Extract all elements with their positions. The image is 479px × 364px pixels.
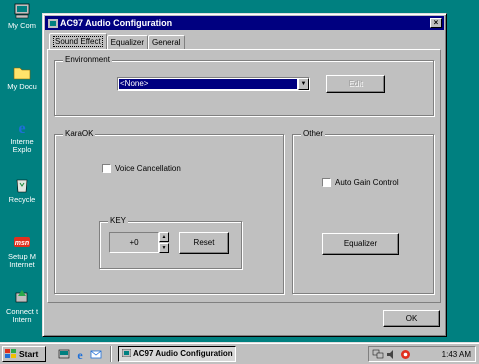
tab-label: Equalizer: [110, 38, 145, 47]
desktop-icon-label: Setup M Internet: [8, 253, 36, 269]
connect-internet-icon: [15, 290, 28, 303]
environment-legend: Environment: [63, 55, 112, 65]
internet-explorer-icon: e: [18, 120, 25, 137]
window-title: AC97 Audio Configuration: [60, 18, 173, 28]
app-icon: [121, 348, 132, 358]
desktop-icon-recycle-bin[interactable]: Recycle: [0, 177, 44, 204]
system-tray: 1:43 AM: [368, 346, 476, 362]
my-computer-icon: [14, 3, 30, 19]
tab-label: Sound Effect: [53, 36, 103, 47]
key-legend: KEY: [108, 216, 129, 226]
desktop-icon-label: Interne Explo: [10, 138, 34, 154]
tab-label: General: [152, 38, 181, 47]
taskbar: Start e AC97 Audio Configuration 1:43 AM: [0, 342, 479, 364]
equalizer-button[interactable]: Equalizer: [322, 233, 399, 255]
voice-cancellation-checkbox[interactable]: Voice Cancellation: [102, 164, 181, 173]
karaok-legend: KaraOK: [63, 129, 96, 139]
tab-strip: Sound Effect Equalizer General: [49, 33, 185, 49]
environment-select[interactable]: <None> ▼: [117, 77, 310, 91]
taskbar-separator: [110, 346, 112, 362]
clock[interactable]: 1:43 AM: [442, 349, 471, 360]
taskbar-task-ac97[interactable]: AC97 Audio Configuration: [118, 346, 236, 362]
windows-logo-icon: [5, 349, 16, 358]
ok-button[interactable]: OK: [383, 310, 440, 327]
tab-sound-effect[interactable]: Sound Effect: [49, 33, 107, 49]
key-group: KEY +0 ▲ ▼ Reset: [99, 216, 242, 269]
svg-text:e: e: [18, 120, 25, 135]
start-button[interactable]: Start: [2, 346, 46, 362]
environment-selected-value: <None>: [119, 79, 297, 89]
speaker-icon[interactable]: [386, 349, 397, 360]
spin-down-icon[interactable]: ▼: [159, 243, 169, 253]
checkbox-box[interactable]: [322, 178, 331, 187]
sound-effect-panel: Environment <None> ▼ Edit KaraOK Voice C…: [47, 49, 441, 303]
outlook-express-icon[interactable]: [90, 348, 102, 360]
other-group: Other Auto Gain Control Equalizer: [292, 129, 434, 294]
internet-explorer-icon[interactable]: e: [74, 348, 86, 360]
recycle-bin-icon: [16, 179, 28, 193]
show-desktop-icon[interactable]: [58, 348, 70, 360]
desktop-icon-connect-internet[interactable]: Connect t Intern: [0, 289, 44, 324]
svg-text:e: e: [77, 348, 83, 360]
tab-general[interactable]: General: [148, 35, 185, 49]
auto-gain-checkbox[interactable]: Auto Gain Control: [322, 178, 399, 187]
chevron-down-icon[interactable]: ▼: [298, 78, 309, 90]
msn-setup-icon: msn: [14, 237, 30, 247]
desktop-icon-label: My Com: [8, 22, 36, 30]
svg-text:msn: msn: [15, 240, 29, 247]
desktop-icon-my-documents[interactable]: My Docu: [0, 64, 44, 91]
key-value-field[interactable]: +0: [109, 232, 159, 253]
spin-up-icon[interactable]: ▲: [159, 232, 169, 242]
title-bar[interactable]: AC97 Audio Configuration ×: [45, 16, 444, 30]
folder-icon: [13, 67, 31, 80]
voice-cancellation-label: Voice Cancellation: [115, 164, 181, 173]
desktop-icon-internet-explorer[interactable]: e Interne Explo: [0, 119, 44, 154]
desktop-icon-setup-msn[interactable]: msn Setup M Internet: [0, 234, 44, 269]
checkbox-box[interactable]: [102, 164, 111, 173]
environment-group: Environment <None> ▼ Edit: [54, 55, 434, 116]
desktop-icon-label: My Docu: [7, 83, 37, 91]
auto-gain-label: Auto Gain Control: [335, 178, 399, 187]
app-icon: [48, 18, 58, 28]
ac97-config-window: AC97 Audio Configuration × Sound Effect …: [42, 13, 447, 337]
desktop-icon-label: Connect t Intern: [5, 308, 39, 324]
audio-config-icon[interactable]: [400, 349, 411, 360]
network-icon[interactable]: [372, 349, 384, 360]
taskbar-task-label: AC97 Audio Configuration: [133, 349, 233, 358]
desktop-icon-label: Recycle: [8, 196, 36, 204]
start-label: Start: [19, 349, 39, 359]
reset-button[interactable]: Reset: [179, 232, 229, 254]
edit-button[interactable]: Edit: [326, 75, 385, 93]
desktop-icon-my-computer[interactable]: My Com: [0, 3, 44, 30]
karaok-group: KaraOK Voice Cancellation KEY +0 ▲ ▼ Res…: [54, 129, 284, 294]
close-icon[interactable]: ×: [430, 18, 442, 28]
tab-equalizer[interactable]: Equalizer: [106, 35, 149, 49]
other-legend: Other: [301, 129, 326, 139]
key-spinner[interactable]: ▲ ▼: [159, 232, 169, 253]
